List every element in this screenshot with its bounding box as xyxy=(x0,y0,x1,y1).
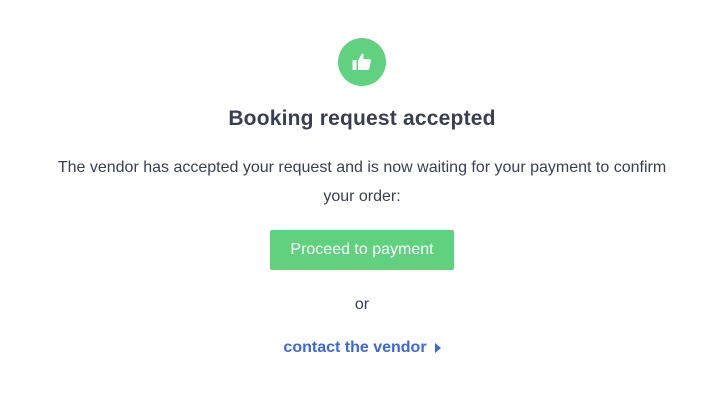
booking-accepted-panel: Booking request accepted The vendor has … xyxy=(0,0,724,403)
thumbs-up-icon xyxy=(350,50,374,74)
page-title: Booking request accepted xyxy=(228,107,496,130)
or-separator: or xyxy=(354,296,370,313)
contact-vendor-label: contact the vendor xyxy=(283,339,427,356)
caret-right-icon xyxy=(434,343,441,353)
contact-vendor-link[interactable]: contact the vendor xyxy=(283,338,441,358)
status-message: The vendor has accepted your request and… xyxy=(57,159,667,205)
proceed-to-payment-button[interactable]: Proceed to payment xyxy=(270,230,454,270)
success-badge xyxy=(338,38,386,86)
